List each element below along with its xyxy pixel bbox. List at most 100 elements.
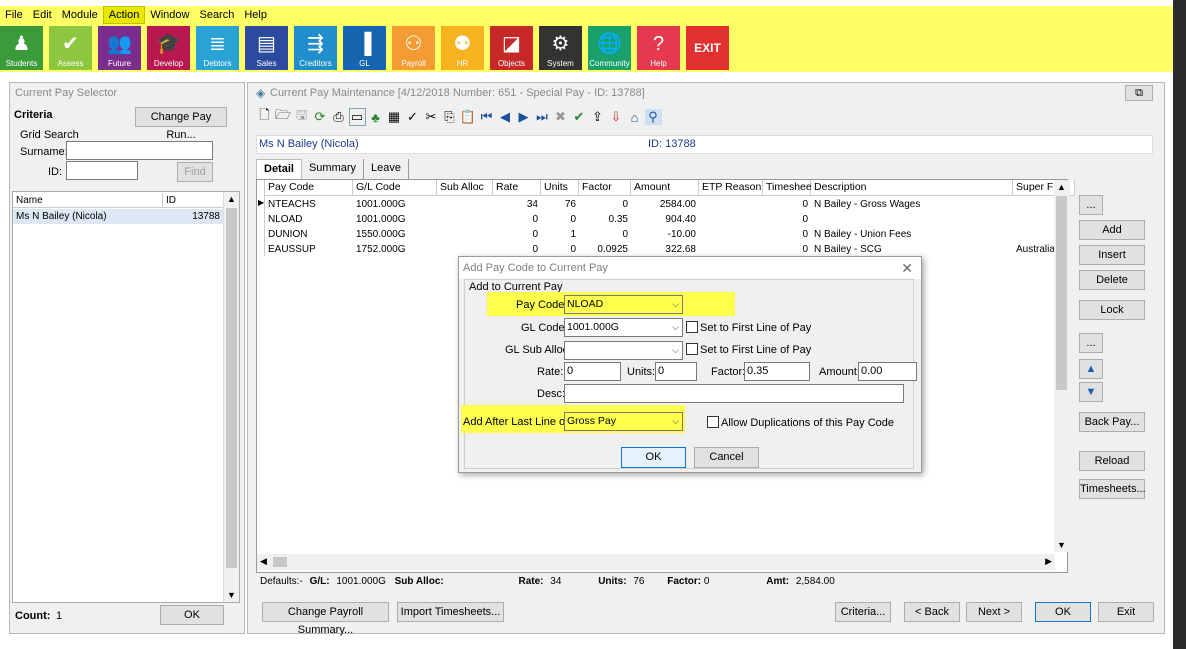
- surname-input[interactable]: [66, 141, 213, 160]
- set-first-line-checkbox[interactable]: [686, 321, 698, 333]
- back-button[interactable]: < Back: [904, 602, 960, 622]
- table-row[interactable]: DUNION 1550.000G 0 1 0 -10.00 0 N Bailey - Unio…: [265, 227, 1061, 242]
- module-button-creditors[interactable]: ⇶ Creditors: [294, 26, 337, 70]
- close-icon[interactable]: ✕: [901, 260, 913, 277]
- grid-scrollbar-h[interactable]: ◀ ▶: [257, 554, 1055, 570]
- menu-edit[interactable]: Edit: [28, 7, 57, 23]
- move-up-icon[interactable]: ▲: [1079, 359, 1103, 379]
- add-button[interactable]: Add: [1079, 220, 1145, 240]
- timesheets-button[interactable]: Timesheets...: [1079, 479, 1146, 499]
- more-options-button-2[interactable]: ...: [1079, 333, 1103, 353]
- table-row[interactable]: NTEACHS 1001.000G 34 76 0 2584.00 0 N Bailey - …: [265, 197, 1061, 212]
- import-icon[interactable]: ⇩: [608, 109, 625, 125]
- back-pay-button[interactable]: Back Pay...: [1079, 412, 1145, 432]
- scroll-right-icon[interactable]: ▶: [1045, 556, 1052, 567]
- tree-icon[interactable]: ♣: [367, 110, 384, 125]
- spellcheck-icon[interactable]: ✓: [404, 109, 421, 125]
- dialog-ok-button[interactable]: OK: [621, 447, 686, 468]
- col-id-header[interactable]: ID: [163, 193, 223, 208]
- change-pay-run-button[interactable]: Change Pay Run...: [135, 107, 227, 141]
- reload-button[interactable]: Reload: [1079, 451, 1145, 471]
- move-down-icon[interactable]: ▼: [1079, 382, 1103, 402]
- menu-file[interactable]: File: [0, 7, 28, 23]
- col-header[interactable]: Factor: [579, 180, 631, 196]
- id-input[interactable]: [66, 161, 138, 180]
- restore-button[interactable]: ⧉: [1125, 85, 1153, 101]
- tab-summary[interactable]: Summary: [302, 159, 365, 179]
- prev-record-icon[interactable]: ◀: [497, 109, 514, 125]
- scroll-left-icon[interactable]: ◀: [260, 556, 267, 567]
- col-name-header[interactable]: Name: [13, 193, 163, 208]
- pay-code-select[interactable]: NLOAD ⌵: [564, 295, 683, 314]
- scroll-down-icon[interactable]: ▼: [1057, 540, 1066, 550]
- table-row[interactable]: Ms N Bailey (Nicola) 13788: [13, 209, 225, 224]
- module-button-gl[interactable]: ▐ GL: [343, 26, 386, 70]
- delete-button[interactable]: Delete: [1079, 270, 1145, 290]
- module-button-exit[interactable]: EXIT: [686, 26, 729, 70]
- desc-input[interactable]: [564, 384, 904, 403]
- menu-module[interactable]: Module: [57, 7, 103, 23]
- paste-icon[interactable]: 📋: [460, 109, 477, 125]
- more-options-button[interactable]: ...: [1079, 195, 1103, 215]
- allow-duplications-checkbox[interactable]: [707, 416, 719, 428]
- factor-input[interactable]: 0.35: [744, 362, 810, 381]
- tab-leave[interactable]: Leave: [364, 159, 410, 179]
- gl-sub-alloc-select[interactable]: ⌵: [564, 341, 683, 360]
- col-header[interactable]: Pay Code: [265, 180, 353, 196]
- scroll-up-icon[interactable]: ▲: [227, 194, 236, 204]
- delete-icon[interactable]: ✖: [552, 109, 569, 125]
- table-row[interactable]: EAUSSUP 1752.000G 0 0 0.0925 322.68 0 N Bailey …: [265, 242, 1061, 257]
- col-header[interactable]: Units: [541, 180, 579, 196]
- menu-window[interactable]: Window: [145, 7, 194, 23]
- save-icon[interactable]: 🖫: [293, 106, 310, 128]
- ok-button[interactable]: OK: [1035, 602, 1091, 622]
- change-payroll-summary-button[interactable]: Change Payroll Summary...: [262, 602, 389, 636]
- module-button-objects[interactable]: ◪ Objects: [490, 26, 533, 70]
- module-button-community[interactable]: 🌐 Community: [588, 26, 631, 70]
- col-header[interactable]: ETP Reason: [699, 180, 763, 196]
- scroll-thumb[interactable]: [226, 208, 237, 568]
- tag-icon[interactable]: ⌂: [626, 110, 643, 125]
- check-icon[interactable]: ✔: [571, 109, 588, 125]
- table-row[interactable]: NLOAD 1001.000G 0 0 0.35 904.40 0: [265, 212, 1061, 227]
- module-button-develop[interactable]: 🎓 Develop: [147, 26, 190, 70]
- dialog-cancel-button[interactable]: Cancel: [694, 447, 759, 468]
- module-button-hr[interactable]: ⚉ HR: [441, 26, 484, 70]
- module-button-sales[interactable]: ▤ Sales: [245, 26, 288, 70]
- pin-icon[interactable]: ⚲: [644, 109, 662, 125]
- scroll-down-icon[interactable]: ▼: [227, 590, 236, 600]
- module-button-students[interactable]: ♟ Students: [0, 26, 43, 70]
- selector-scrollbar[interactable]: ▲ ▼: [223, 192, 239, 602]
- col-header[interactable]: Sub Alloc: [437, 180, 493, 196]
- module-button-assess[interactable]: ✔ Assess: [49, 26, 92, 70]
- exit-button[interactable]: Exit: [1098, 602, 1154, 622]
- next-record-icon[interactable]: ▶: [515, 109, 532, 125]
- rate-input[interactable]: 0: [564, 362, 621, 381]
- last-record-icon[interactable]: ⏭: [534, 109, 551, 125]
- col-header[interactable]: Timesheets: [763, 180, 820, 196]
- export-icon[interactable]: ⇪: [589, 109, 606, 125]
- menu-action[interactable]: Action: [102, 6, 146, 24]
- module-button-future[interactable]: 👥 Future: [98, 26, 141, 70]
- field-icon[interactable]: ▭: [348, 108, 366, 126]
- tab-detail[interactable]: Detail: [256, 159, 302, 179]
- module-button-help[interactable]: ? Help: [637, 26, 680, 70]
- find-button[interactable]: Find: [177, 162, 213, 182]
- new-icon[interactable]: 🗋: [256, 106, 273, 128]
- menu-search[interactable]: Search: [194, 7, 239, 23]
- scroll-thumb[interactable]: [1056, 196, 1067, 390]
- add-after-select[interactable]: Gross Pay ⌵: [564, 412, 683, 431]
- scroll-thumb[interactable]: [273, 557, 287, 567]
- refresh-icon[interactable]: ⟳: [312, 109, 329, 125]
- module-button-debtors[interactable]: ≣ Debtors: [196, 26, 239, 70]
- calculator-icon[interactable]: ▦: [386, 109, 403, 125]
- import-timesheets-button[interactable]: Import Timesheets...: [397, 602, 504, 622]
- cut-icon[interactable]: ✂: [423, 109, 440, 125]
- grid-scrollbar-v[interactable]: ▲ ▼: [1054, 180, 1070, 552]
- menu-help[interactable]: Help: [239, 7, 272, 23]
- set-first-line-checkbox-2[interactable]: [686, 343, 698, 355]
- open-icon[interactable]: 🗁: [275, 106, 292, 128]
- amount-input[interactable]: 0.00: [858, 362, 917, 381]
- module-button-payroll[interactable]: ⚇ Payroll: [392, 26, 435, 70]
- units-input[interactable]: 0: [655, 362, 697, 381]
